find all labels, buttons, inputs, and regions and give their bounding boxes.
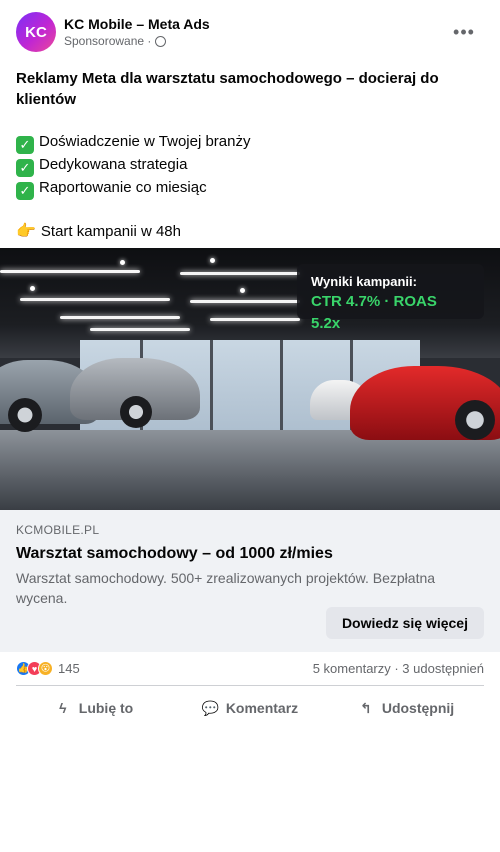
- post-headline: Reklamy Meta dla warsztatu samochodowego…: [16, 70, 439, 108]
- benefit-item: ✓ Doświadczenie w Twojej branży: [16, 131, 484, 154]
- header-meta: KC Mobile – Meta Ads Sponsorowane ·: [64, 15, 210, 49]
- like-icon: ϟ: [59, 700, 67, 716]
- link-description: Warsztat samochodowy. 500+ zrealizowanyc…: [16, 570, 436, 606]
- avatar[interactable]: KC: [16, 12, 56, 52]
- link-domain: KCMOBILE.PL: [16, 523, 100, 537]
- comment-icon: 💬: [201, 700, 220, 716]
- badge-title: Wyniki kampanii:: [311, 274, 417, 289]
- link-preview[interactable]: KCMOBILE.PL Warsztat samochodowy – od 10…: [0, 510, 500, 652]
- badge-value: CTR 4.7% · ROAS 5.2x: [311, 293, 437, 332]
- share-button[interactable]: ↰ Udostępnij: [328, 690, 484, 726]
- post-actions: ϟ Lubię to 💬 Komentarz ↰ Udostępnij: [16, 690, 484, 726]
- wow-reaction-icon: 😮: [38, 661, 53, 676]
- page-name[interactable]: KC Mobile – Meta Ads: [64, 15, 210, 33]
- start-line: 👉 Start kampanii w 48h: [16, 223, 181, 240]
- more-horizontal-icon: •••: [453, 21, 475, 42]
- benefit-item: ✓ Dedykowana strategia: [16, 154, 484, 177]
- checkmark-icon: ✓: [16, 136, 34, 154]
- share-icon: ↰: [359, 700, 372, 716]
- checkmark-icon: ✓: [16, 182, 34, 200]
- campaign-results-badge: Wyniki kampanii: CTR 4.7% · ROAS 5.2x: [297, 264, 484, 332]
- avatar-initials: KC: [25, 23, 47, 41]
- benefit-item: ✓ Raportowanie co miesiąc: [16, 177, 484, 200]
- sponsored-label[interactable]: Sponsorowane ·: [64, 33, 151, 49]
- showroom-floor: [0, 430, 500, 510]
- more-options-button[interactable]: •••: [452, 20, 476, 44]
- ad-post: KC KC Mobile – Meta Ads Sponsorowane · •…: [0, 0, 500, 852]
- reactions-bar: 👍 ♥ 😮 145 5 komentarzy · 3 udostępnień: [16, 652, 484, 686]
- reaction-summary[interactable]: 👍 ♥ 😮 145: [16, 661, 80, 676]
- like-button[interactable]: ϟ Lubię to: [16, 690, 172, 726]
- post-text: Reklamy Meta dla warsztatu samochodowego…: [16, 68, 484, 242]
- comments-shares-count[interactable]: 5 komentarzy · 3 udostępnień: [313, 661, 484, 676]
- comment-button[interactable]: 💬 Komentarz: [172, 690, 328, 726]
- reaction-count: 145: [58, 661, 80, 676]
- link-title: Warsztat samochodowy – od 1000 zł/mies: [16, 545, 333, 562]
- post-header: KC KC Mobile – Meta Ads Sponsorowane · •…: [16, 12, 484, 52]
- learn-more-button[interactable]: Dowiedz się więcej: [325, 607, 484, 639]
- globe-icon: [155, 35, 167, 47]
- sponsored-line: Sponsorowane ·: [64, 33, 210, 49]
- checkmark-icon: ✓: [16, 159, 34, 177]
- pointing-hand-icon: 👉: [16, 223, 36, 240]
